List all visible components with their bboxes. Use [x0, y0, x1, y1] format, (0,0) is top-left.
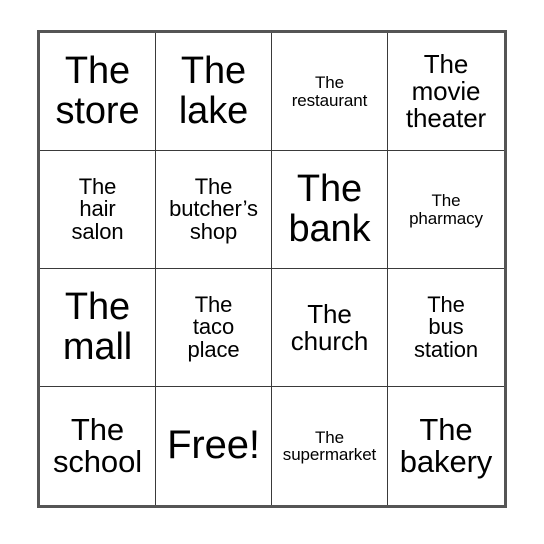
bingo-cell-label: The store	[55, 50, 140, 132]
bingo-cell[interactable]: The lake	[156, 33, 272, 151]
bingo-cell-label: The movie theater	[405, 49, 487, 133]
bingo-cell[interactable]: The butcher’s shop	[156, 151, 272, 269]
bingo-cell[interactable]: The bus station	[388, 269, 504, 387]
bingo-cell[interactable]: The store	[40, 33, 156, 151]
bingo-cell[interactable]: The taco place	[156, 269, 272, 387]
bingo-cell[interactable]: The restaurant	[272, 33, 388, 151]
bingo-cell[interactable]: The bakery	[388, 387, 504, 505]
bingo-cell-label: The supermarket	[282, 427, 377, 464]
bingo-cell[interactable]: The supermarket	[272, 387, 388, 505]
bingo-card: The store The lake The restaurant The mo…	[37, 30, 507, 508]
bingo-cell[interactable]: The movie theater	[388, 33, 504, 151]
bingo-cell-label: The lake	[178, 50, 249, 132]
bingo-cell-label: Free!	[167, 423, 260, 468]
bingo-cell[interactable]: The school	[40, 387, 156, 505]
bingo-cell-free[interactable]: Free!	[156, 387, 272, 505]
bingo-cell-label: The church	[290, 298, 369, 356]
bingo-cell-label: The pharmacy	[409, 191, 483, 228]
bingo-cell-label: The bakery	[399, 412, 493, 479]
bingo-cell-label: The restaurant	[291, 73, 368, 110]
bingo-cell[interactable]: The church	[272, 269, 388, 387]
bingo-cell-label: The school	[52, 412, 142, 479]
bingo-cell-label: The mall	[62, 286, 133, 368]
bingo-cell-label: The bus station	[413, 291, 479, 362]
bingo-cell-label: The hair salon	[71, 173, 124, 244]
bingo-cell[interactable]: The hair salon	[40, 151, 156, 269]
bingo-cell-label: The taco place	[187, 291, 240, 362]
bingo-cell[interactable]: The bank	[272, 151, 388, 269]
bingo-cell[interactable]: The mall	[40, 269, 156, 387]
bingo-cell-label: The bank	[288, 168, 371, 250]
bingo-cell-label: The butcher’s shop	[169, 173, 258, 244]
bingo-cell[interactable]: The pharmacy	[388, 151, 504, 269]
